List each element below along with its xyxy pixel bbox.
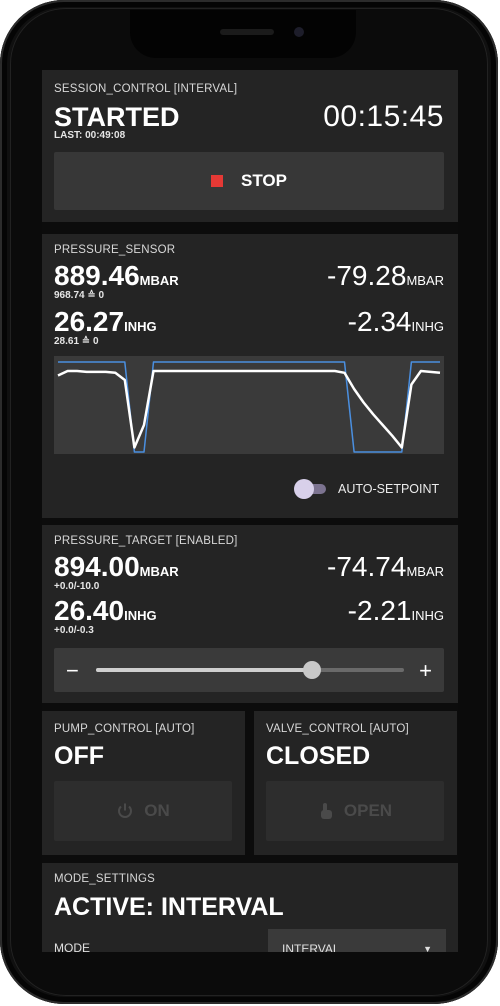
session-control-card: SESSION_CONTROL [INTERVAL] STARTED LAST:… bbox=[42, 70, 458, 222]
mode-active: ACTIVE: INTERVAL bbox=[54, 893, 284, 921]
target-slider: − + bbox=[54, 648, 444, 692]
target-rel-mbar: -74.74MBAR bbox=[327, 551, 444, 583]
pressure-sensor-header: PRESSURE_SENSOR bbox=[54, 244, 176, 256]
chart-series-line-2 bbox=[57, 369, 441, 449]
phone-frame: SESSION_CONTROL [INTERVAL] STARTED LAST:… bbox=[0, 0, 498, 1004]
target-abs-mbar-value: 894.00 bbox=[54, 551, 140, 582]
auto-setpoint-label: AUTO-SETPOINT bbox=[338, 482, 440, 496]
session-state: STARTED bbox=[54, 102, 180, 132]
pump-control-card: PUMP_CONTROL [AUTO] OFF ON bbox=[42, 711, 245, 855]
sensor-rel-mbar-value: -79.28 bbox=[327, 260, 407, 291]
session-last-duration: LAST: 00:49:08 bbox=[54, 130, 126, 141]
target-rel-mbar-unit: MBAR bbox=[406, 564, 444, 579]
pump-on-button[interactable]: ON bbox=[54, 781, 232, 841]
stop-button[interactable]: STOP bbox=[54, 152, 444, 210]
sensor-abs-inhg-value: 26.27 bbox=[54, 306, 125, 337]
sensor-abs-mbar: 889.46MBAR bbox=[54, 260, 179, 292]
stop-button-label: STOP bbox=[241, 171, 287, 190]
target-rel-inhg-value: -2.21 bbox=[347, 595, 412, 626]
sensor-rel-mbar: -79.28MBAR bbox=[327, 260, 444, 292]
pressure-target-header: PRESSURE_TARGET [ENABLED] bbox=[54, 535, 238, 547]
chevron-down-icon: ▼ bbox=[423, 944, 432, 952]
pressure-chart-svg bbox=[57, 361, 441, 453]
target-abs-mbar-unit: MBAR bbox=[139, 564, 179, 579]
sensor-rel-mbar-unit: MBAR bbox=[406, 273, 444, 288]
sensor-abs-inhg-sub: 28.61 ≙ 0 bbox=[54, 336, 99, 347]
target-abs-inhg-value: 26.40 bbox=[54, 595, 125, 626]
valve-state: CLOSED bbox=[266, 742, 371, 770]
mode-select-value: INTERVAL bbox=[282, 942, 340, 952]
power-icon bbox=[118, 803, 133, 818]
mode-select[interactable]: INTERVAL ▼ bbox=[268, 929, 446, 952]
slider-fill bbox=[96, 668, 312, 672]
chart-series-line-1 bbox=[58, 361, 440, 453]
valve-open-button[interactable]: OPEN bbox=[266, 781, 444, 841]
speaker-grille bbox=[220, 29, 274, 35]
valve-control-card: VALVE_CONTROL [AUTO] CLOSED OPEN bbox=[254, 711, 457, 855]
slider-thumb[interactable] bbox=[302, 661, 321, 679]
sensor-abs-inhg: 26.27INHG bbox=[54, 306, 157, 338]
target-rel-inhg-unit: INHG bbox=[411, 608, 445, 623]
app-screen: SESSION_CONTROL [INTERVAL] STARTED LAST:… bbox=[42, 70, 458, 952]
sensor-abs-mbar-sub: 968.74 ≙ 0 bbox=[54, 290, 105, 301]
sensor-abs-inhg-unit: INHG bbox=[124, 319, 157, 334]
target-rel-mbar-value: -74.74 bbox=[327, 551, 407, 582]
front-camera bbox=[294, 27, 304, 37]
touch-icon bbox=[320, 803, 332, 819]
mode-label: MODE bbox=[54, 941, 90, 952]
auto-setpoint-toggle[interactable] bbox=[294, 479, 314, 499]
sensor-rel-inhg-unit: INHG bbox=[411, 319, 445, 334]
target-rel-inhg: -2.21INHG bbox=[348, 595, 444, 627]
pressure-sensor-card: PRESSURE_SENSOR 889.46MBAR 968.74 ≙ 0 -7… bbox=[42, 234, 458, 518]
pressure-chart bbox=[54, 356, 444, 454]
target-abs-mbar: 894.00MBAR bbox=[54, 551, 179, 583]
target-abs-inhg-unit: INHG bbox=[124, 608, 157, 623]
slider-increase-button[interactable]: + bbox=[419, 658, 432, 684]
sensor-abs-mbar-value: 889.46 bbox=[54, 260, 140, 291]
target-abs-mbar-tolerance: +0.0/-10.0 bbox=[54, 581, 100, 592]
target-abs-inhg: 26.40INHG bbox=[54, 595, 157, 627]
session-control-header: SESSION_CONTROL [INTERVAL] bbox=[54, 83, 238, 95]
valve-control-header: VALVE_CONTROL [AUTO] bbox=[266, 723, 409, 735]
pump-on-button-label: ON bbox=[144, 801, 170, 820]
stop-icon bbox=[211, 175, 223, 187]
pressure-target-card: PRESSURE_TARGET [ENABLED] 894.00MBAR +0.… bbox=[42, 525, 458, 703]
pump-control-header: PUMP_CONTROL [AUTO] bbox=[54, 723, 195, 735]
sensor-rel-inhg: -2.34INHG bbox=[348, 306, 444, 338]
sensor-abs-mbar-unit: MBAR bbox=[139, 273, 179, 288]
mode-settings-card: MODE_SETTINGS ACTIVE: INTERVAL MODE INTE… bbox=[42, 863, 458, 952]
session-timer: 00:15:45 bbox=[323, 100, 444, 133]
slider-decrease-button[interactable]: − bbox=[66, 658, 79, 684]
target-abs-inhg-tolerance: +0.0/-0.3 bbox=[54, 625, 94, 636]
slider-track[interactable] bbox=[96, 661, 404, 679]
sensor-rel-inhg-value: -2.34 bbox=[347, 306, 412, 337]
mode-settings-header: MODE_SETTINGS bbox=[54, 873, 156, 885]
valve-open-button-label: OPEN bbox=[343, 801, 393, 820]
pump-state: OFF bbox=[54, 742, 104, 770]
